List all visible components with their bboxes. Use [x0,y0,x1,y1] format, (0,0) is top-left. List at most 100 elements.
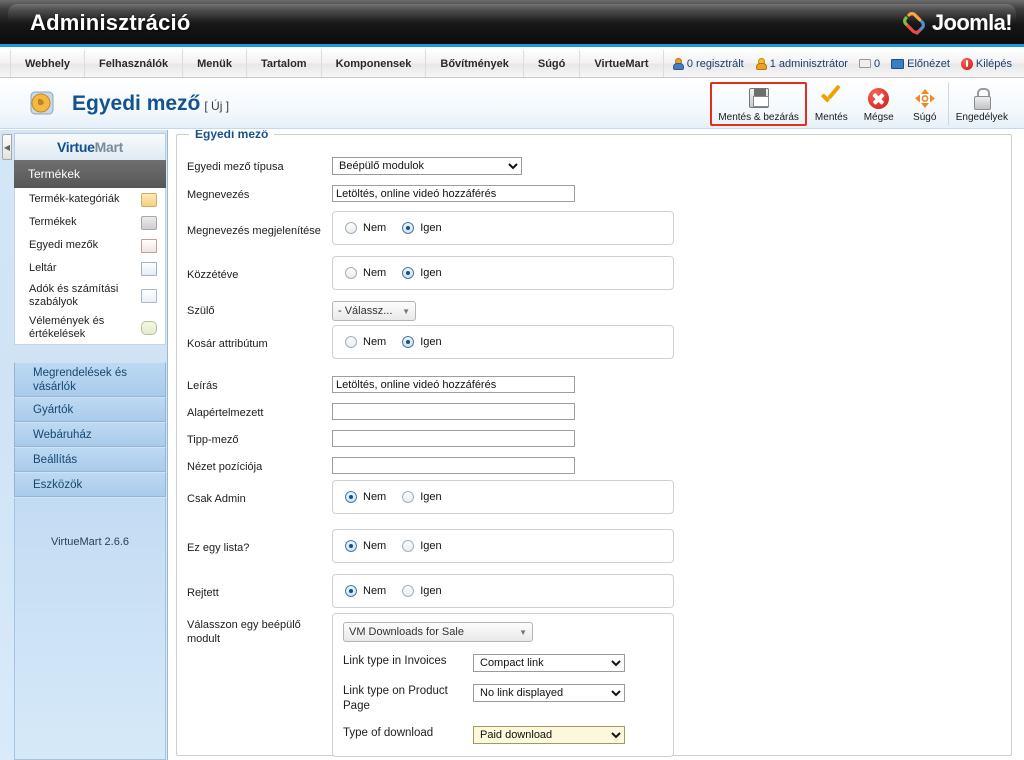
tooltip-input[interactable] [332,430,575,447]
status-administrators[interactable]: 1 adminisztrátor [755,58,848,70]
folder-icon [141,192,157,207]
row-cart-attribute: Kosár attribútum Nem Igen [177,325,857,359]
sidebar-item-inventory[interactable]: Leltár [15,257,165,280]
label-select-plugin: Válasszon egy beépülő modult [187,619,301,645]
admin-only-label-yes[interactable]: Igen [420,491,441,503]
sidebar-item-products-label: Termékek [29,216,77,228]
cart-attribute-label-yes[interactable]: Igen [420,336,441,348]
joomla-logo: Joomla! [900,6,1013,40]
main-menu-bar: Webhely Felhasználók Menük Tartalom Komp… [0,50,1024,78]
is-list-label-no[interactable]: Nem [363,540,386,552]
permissions-button[interactable]: Engedélyek [947,82,1016,126]
row-is-list: Ez egy lista? Nem Igen [177,529,857,563]
sidebar-item-manufacturers[interactable]: Gyártók [14,397,166,422]
label-default: Alapértelmezett [187,407,264,419]
cart-attribute-radio-no[interactable] [345,336,357,348]
show-title-label-no[interactable]: Nem [363,222,386,234]
menu-item-extensions[interactable]: Bővítmények [426,50,524,77]
type-of-download-select[interactable]: Paid download [473,726,625,744]
save-and-close-button[interactable]: Mentés & bezárás [710,82,807,126]
sidebar-item-product-categories[interactable]: Termék-kategóriák [15,188,165,211]
sidebar-item-taxes[interactable]: Adók és számítási szabályok [15,280,165,312]
hidden-radio-no[interactable] [345,585,357,597]
published-radio-group: Nem Igen [332,256,674,290]
page-title: Egyedi mező[ Új ] [72,92,229,116]
link-type-invoices-select[interactable]: Compact link [473,654,625,672]
admin-user-icon [755,58,767,70]
sidebar-collapse-toggle[interactable]: ◀ [2,134,12,160]
save-and-close-label: Mentés & bezárás [718,112,799,123]
admin-page: Adminisztráció Joomla! Webhely Felhaszná… [0,0,1024,760]
status-registered-users[interactable]: 0 regisztrált [672,58,744,70]
logout-icon [960,57,973,70]
is-list-radio-no[interactable] [345,540,357,552]
virtuemart-logo-secondary: Mart [94,139,124,155]
preview-label: Előnézet [907,57,950,70]
status-logout[interactable]: Kilépés [960,57,1012,70]
show-title-radio-yes[interactable] [402,222,415,234]
sidebar-item-products[interactable]: Termékek [15,211,165,234]
hidden-label-yes[interactable]: Igen [420,585,441,597]
status-preview[interactable]: Előnézet [891,58,950,70]
cart-attribute-label-no[interactable]: Nem [363,336,386,348]
admin-title: Adminisztráció [30,10,191,35]
parent-select[interactable]: - Válassz... ▼ [332,301,416,321]
menu-item-users[interactable]: Felhasználók [85,50,184,77]
hidden-radio-yes[interactable] [402,585,415,597]
link-type-product-page-select[interactable]: No link displayed [473,684,625,702]
row-link-type-invoices: Link type in Invoices Compact link [343,654,663,672]
joomla-logo-text: Joomla! [931,10,1013,35]
label-is-list: Ez egy lista? [187,542,250,554]
help-label: Súgó [913,112,937,123]
row-published: Közzétéve Nem Igen [177,256,857,290]
sidebar-group-products[interactable]: Termékek [14,160,166,188]
show-title-radio-no[interactable] [345,222,357,234]
sidebar-item-custom-fields-label: Egyedi mezők [29,239,99,251]
save-button[interactable]: Mentés [807,82,856,126]
admin-only-label-no[interactable]: Nem [363,491,386,503]
menu-item-site[interactable]: Webhely [10,50,86,77]
hidden-label-no[interactable]: Nem [363,585,386,597]
is-list-label-yes[interactable]: Igen [420,540,441,552]
sidebar-item-reviews[interactable]: Vélemények és értékelések [15,312,165,344]
menu-item-components[interactable]: Komponensek [322,50,427,77]
menu-item-content[interactable]: Tartalom [247,50,322,77]
published-radio-yes[interactable] [402,267,415,279]
check-icon [819,86,843,110]
admin-only-radio-no[interactable] [345,491,357,503]
menu-item-help[interactable]: Súgó [524,50,581,77]
admin-only-radio-yes[interactable] [402,491,415,503]
status-messages[interactable]: 0 [858,58,880,70]
menu-item-virtuemart[interactable]: VirtueMart [580,50,664,77]
cancel-button[interactable]: Mégse [856,82,902,126]
field-title-input[interactable] [332,185,575,202]
label-layout-position: Nézet pozíciója [187,461,263,473]
plugin-select[interactable]: VM Downloads for Sale ▼ [343,622,533,642]
published-label-no[interactable]: Nem [363,267,386,279]
help-button[interactable]: Súgó [902,82,948,126]
message-icon [858,59,871,68]
show-title-label-yes[interactable]: Igen [420,222,441,234]
permissions-label: Engedélyek [955,112,1008,123]
default-input[interactable] [332,403,575,420]
sidebar-item-tools[interactable]: Eszközök [14,472,166,497]
registered-count-label: 0 regisztrált [686,57,744,70]
label-show-title: Megnevezés megjelenítése [187,225,321,237]
field-type-select[interactable]: Beépülő modulok [332,157,522,175]
sidebar-item-orders-customers[interactable]: Megrendelések és vásárlók [14,362,166,397]
layout-position-input[interactable] [332,457,575,474]
row-field-title: Megnevezés [177,185,857,202]
menu-item-menus[interactable]: Menük [183,50,247,77]
sidebar-item-product-categories-label: Termék-kategóriák [29,193,120,205]
row-select-plugin: Válasszon egy beépülő modult VM Download… [177,613,857,757]
sidebar-item-custom-fields[interactable]: Egyedi mezők [15,234,165,257]
sidebar-item-shop[interactable]: Webáruház [14,422,166,447]
is-list-radio-yes[interactable] [402,540,415,552]
description-input[interactable] [332,376,575,393]
chat-icon [141,321,157,335]
cart-attribute-radio-yes[interactable] [402,336,415,348]
published-radio-no[interactable] [345,267,357,279]
cancel-label: Mégse [863,112,894,123]
published-label-yes[interactable]: Igen [420,267,441,279]
sidebar-item-configuration[interactable]: Beállítás [14,447,166,472]
